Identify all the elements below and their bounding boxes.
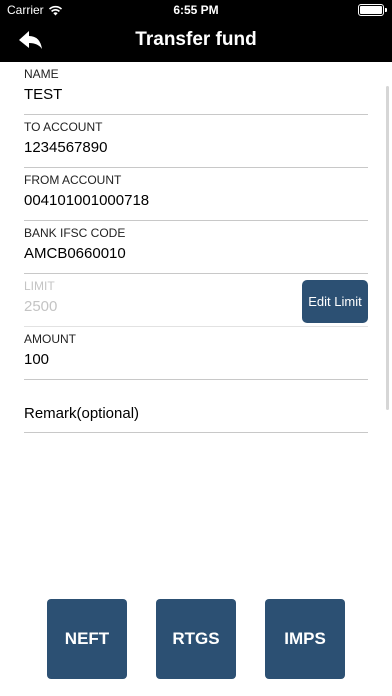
from-account-field[interactable]: FROM ACCOUNT 004101001000718 xyxy=(24,168,368,221)
ifsc-value[interactable]: AMCB0660010 xyxy=(24,245,126,262)
neft-button[interactable]: NEFT xyxy=(47,599,127,679)
header-bar: Carrier 6:55 PM Transfer fund xyxy=(0,0,392,62)
remark-field[interactable]: Remark(optional) xyxy=(24,380,368,433)
remark-placeholder[interactable]: Remark(optional) xyxy=(24,405,139,422)
limit-label: LIMIT xyxy=(24,279,55,293)
from-account-label: FROM ACCOUNT xyxy=(24,173,122,187)
amount-label: AMOUNT xyxy=(24,332,76,346)
ifsc-label: BANK IFSC CODE xyxy=(24,226,126,240)
name-field[interactable]: NAME TEST xyxy=(24,62,368,115)
name-label: NAME xyxy=(24,67,59,81)
ifsc-field[interactable]: BANK IFSC CODE AMCB0660010 xyxy=(24,221,368,274)
status-time: 6:55 PM xyxy=(173,3,219,17)
from-account-value[interactable]: 004101001000718 xyxy=(24,192,149,209)
status-bar: Carrier 6:55 PM xyxy=(0,0,392,20)
transfer-form: NAME TEST TO ACCOUNT 1234567890 FROM ACC… xyxy=(24,62,368,433)
scroll-indicator xyxy=(386,86,389,410)
imps-button[interactable]: IMPS xyxy=(265,599,345,679)
amount-value[interactable]: 100 xyxy=(24,351,49,368)
to-account-label: TO ACCOUNT xyxy=(24,120,103,134)
transfer-actions: NEFT RTGS IMPS xyxy=(0,599,392,679)
page-title: Transfer fund xyxy=(135,29,257,50)
rtgs-button[interactable]: RTGS xyxy=(156,599,236,679)
name-value[interactable]: TEST xyxy=(24,86,62,103)
limit-field: LIMIT 2500 Edit Limit xyxy=(24,274,368,327)
limit-value: 2500 xyxy=(24,298,58,315)
battery-icon xyxy=(358,4,387,16)
to-account-value[interactable]: 1234567890 xyxy=(24,139,107,156)
edit-limit-button[interactable]: Edit Limit xyxy=(302,280,368,323)
to-account-field[interactable]: TO ACCOUNT 1234567890 xyxy=(24,115,368,168)
amount-field[interactable]: AMOUNT 100 xyxy=(24,327,368,380)
